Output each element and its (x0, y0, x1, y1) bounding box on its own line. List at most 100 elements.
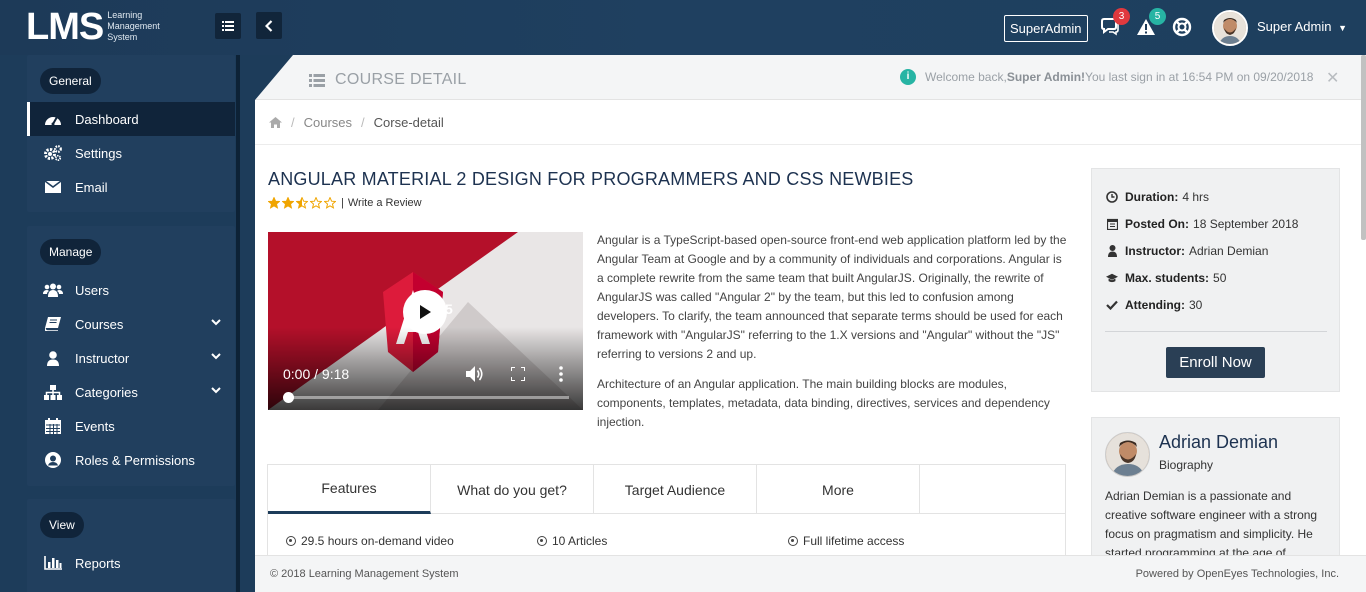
sidebar-item-roles-permissions[interactable]: Roles & Permissions (27, 443, 235, 477)
video-progress-track[interactable] (288, 396, 569, 399)
check-icon (1106, 300, 1118, 310)
course-video-player[interactable]: 5 0:00 / 9:18 (268, 232, 583, 410)
welcome-suffix: You last sign in at 16:54 PM on 09/20/20… (1085, 70, 1314, 84)
fullscreen-icon[interactable] (511, 367, 525, 381)
sidebar-item-courses[interactable]: Courses (27, 307, 235, 341)
tab-what-do-you-get[interactable]: What do you get? (431, 465, 594, 514)
breadcrumb: / Courses / Corse-detail (255, 100, 1366, 145)
info-duration: Duration: 4 hrs (1106, 190, 1209, 204)
footer-copyright: © 2018 Learning Management System (270, 568, 459, 580)
page-header: COURSE DETAIL i Welcome back, Super Admin… (255, 55, 1366, 100)
close-icon[interactable]: ✕ (1326, 68, 1339, 88)
gears-icon (43, 144, 63, 162)
messages-button[interactable]: 3 (1098, 8, 1130, 39)
course-info-panel: Duration: 4 hrs Posted On: 18 September 20… (1091, 168, 1340, 392)
info-value: 4 hrs (1182, 190, 1210, 204)
info-icon: i (900, 69, 916, 85)
more-options-icon[interactable] (559, 366, 563, 382)
info-attending: Attending: 30 (1106, 298, 1202, 312)
sidebar-item-email[interactable]: Email (27, 170, 235, 204)
sidebar-item-label: Reports (75, 555, 121, 571)
list-icon (309, 73, 325, 87)
sidebar-item-events[interactable]: Events (27, 409, 235, 443)
superadmin-badge[interactable]: SuperAdmin (1004, 15, 1088, 42)
course-rating: | Write a Review (268, 197, 422, 209)
feature-item: Full lifetime access (788, 534, 904, 548)
sidebar-group-general: General Dashboard Settings Email (27, 55, 235, 212)
star-empty-icon[interactable] (310, 197, 322, 209)
sidebar-item-instructor[interactable]: Instructor (27, 341, 235, 375)
bio-subtitle: Biography (1159, 458, 1214, 472)
clock-icon (1106, 191, 1118, 203)
sitemap-icon (43, 383, 63, 401)
star-empty-icon[interactable] (324, 197, 336, 209)
info-posted: Posted On: 18 September 2018 (1106, 217, 1298, 231)
info-value: 18 September 2018 (1193, 217, 1299, 231)
dot-circle-icon (537, 536, 547, 546)
chevron-down-icon (211, 353, 221, 360)
tab-target-audience[interactable]: Target Audience (594, 465, 757, 514)
info-label: Duration: (1125, 190, 1179, 204)
breadcrumb-separator: / (291, 114, 295, 130)
sidebar-item-label: Instructor (75, 350, 130, 366)
page-title-text: COURSE DETAIL (335, 71, 467, 88)
write-review-link[interactable]: Write a Review (348, 197, 422, 209)
star-filled-icon[interactable] (282, 197, 294, 209)
sidebar-item-users[interactable]: Users (27, 273, 235, 307)
bar-chart-icon (43, 554, 63, 572)
info-label: Posted On: (1125, 217, 1190, 231)
info-max-students: Max. students: 50 (1106, 271, 1226, 285)
user-avatar[interactable] (1212, 10, 1248, 46)
app-logo[interactable]: LMS Learning Management System (26, 6, 160, 48)
welcome-message: i Welcome back, Super Admin! You last sign… (900, 69, 1313, 85)
breadcrumb-courses-link[interactable]: Courses (304, 115, 352, 130)
welcome-user: Super Admin! (1006, 70, 1086, 84)
tab-features[interactable]: Features (268, 465, 431, 514)
header-corner-decoration (255, 55, 293, 100)
play-button[interactable] (403, 290, 447, 334)
caret-down-icon: ▼ (1338, 23, 1347, 33)
logo-text: LMS (26, 6, 104, 48)
messages-count-badge: 3 (1113, 8, 1130, 25)
logo-subtitle: Learning Management System (107, 10, 160, 42)
star-half-icon[interactable] (296, 197, 308, 209)
sidebar-item-categories[interactable]: Categories (27, 375, 235, 409)
sidebar-group-title: General (40, 68, 101, 94)
volume-icon[interactable] (466, 366, 484, 382)
sidebar-item-reports[interactable]: Reports (27, 546, 235, 580)
enroll-now-button[interactable]: Enroll Now (1166, 347, 1265, 378)
feature-text: 29.5 hours on-demand video (301, 534, 454, 548)
sidebar-scrollbar[interactable] (236, 55, 240, 592)
help-button[interactable] (1170, 15, 1194, 39)
alerts-button[interactable]: 5 (1134, 8, 1166, 39)
dot-circle-icon (788, 536, 798, 546)
home-icon[interactable] (269, 116, 282, 128)
sidebar-item-dashboard[interactable]: Dashboard (27, 102, 235, 136)
star-filled-icon[interactable] (268, 197, 280, 209)
user-name: Super Admin (1257, 19, 1332, 34)
page-scrollbar[interactable] (1361, 55, 1366, 240)
sidebar-item-label: Settings (75, 145, 122, 161)
breadcrumb-current: Corse-detail (373, 114, 444, 130)
user-menu[interactable]: Super Admin ▼ (1257, 19, 1347, 34)
alerts-count-badge: 5 (1149, 8, 1166, 25)
sidebar-toggle-button[interactable] (215, 13, 241, 39)
user-circle-icon (43, 451, 63, 469)
footer: © 2018 Learning Management System Powere… (255, 555, 1366, 592)
video-progress-handle[interactable] (283, 392, 294, 403)
info-value: Adrian Demian (1189, 244, 1269, 258)
page-title: COURSE DETAIL (309, 71, 467, 89)
sidebar-item-label: Roles & Permissions (75, 452, 195, 468)
sidebar-item-settings[interactable]: Settings (27, 136, 235, 170)
welcome-prefix: Welcome back, (925, 70, 1007, 84)
description-paragraph: Angular is a TypeScript-based open-sourc… (597, 233, 1067, 361)
collapse-sidebar-button[interactable] (256, 12, 282, 39)
user-icon (1106, 245, 1118, 257)
sidebar-item-label: Users (75, 282, 109, 298)
info-label: Max. students: (1125, 271, 1210, 285)
chevron-down-icon (211, 319, 221, 326)
sidebar-group-view: View Reports (27, 499, 235, 592)
tab-more[interactable]: More (757, 465, 920, 514)
rating-stars[interactable] (268, 197, 336, 209)
sidebar-item-label: Dashboard (75, 111, 139, 127)
